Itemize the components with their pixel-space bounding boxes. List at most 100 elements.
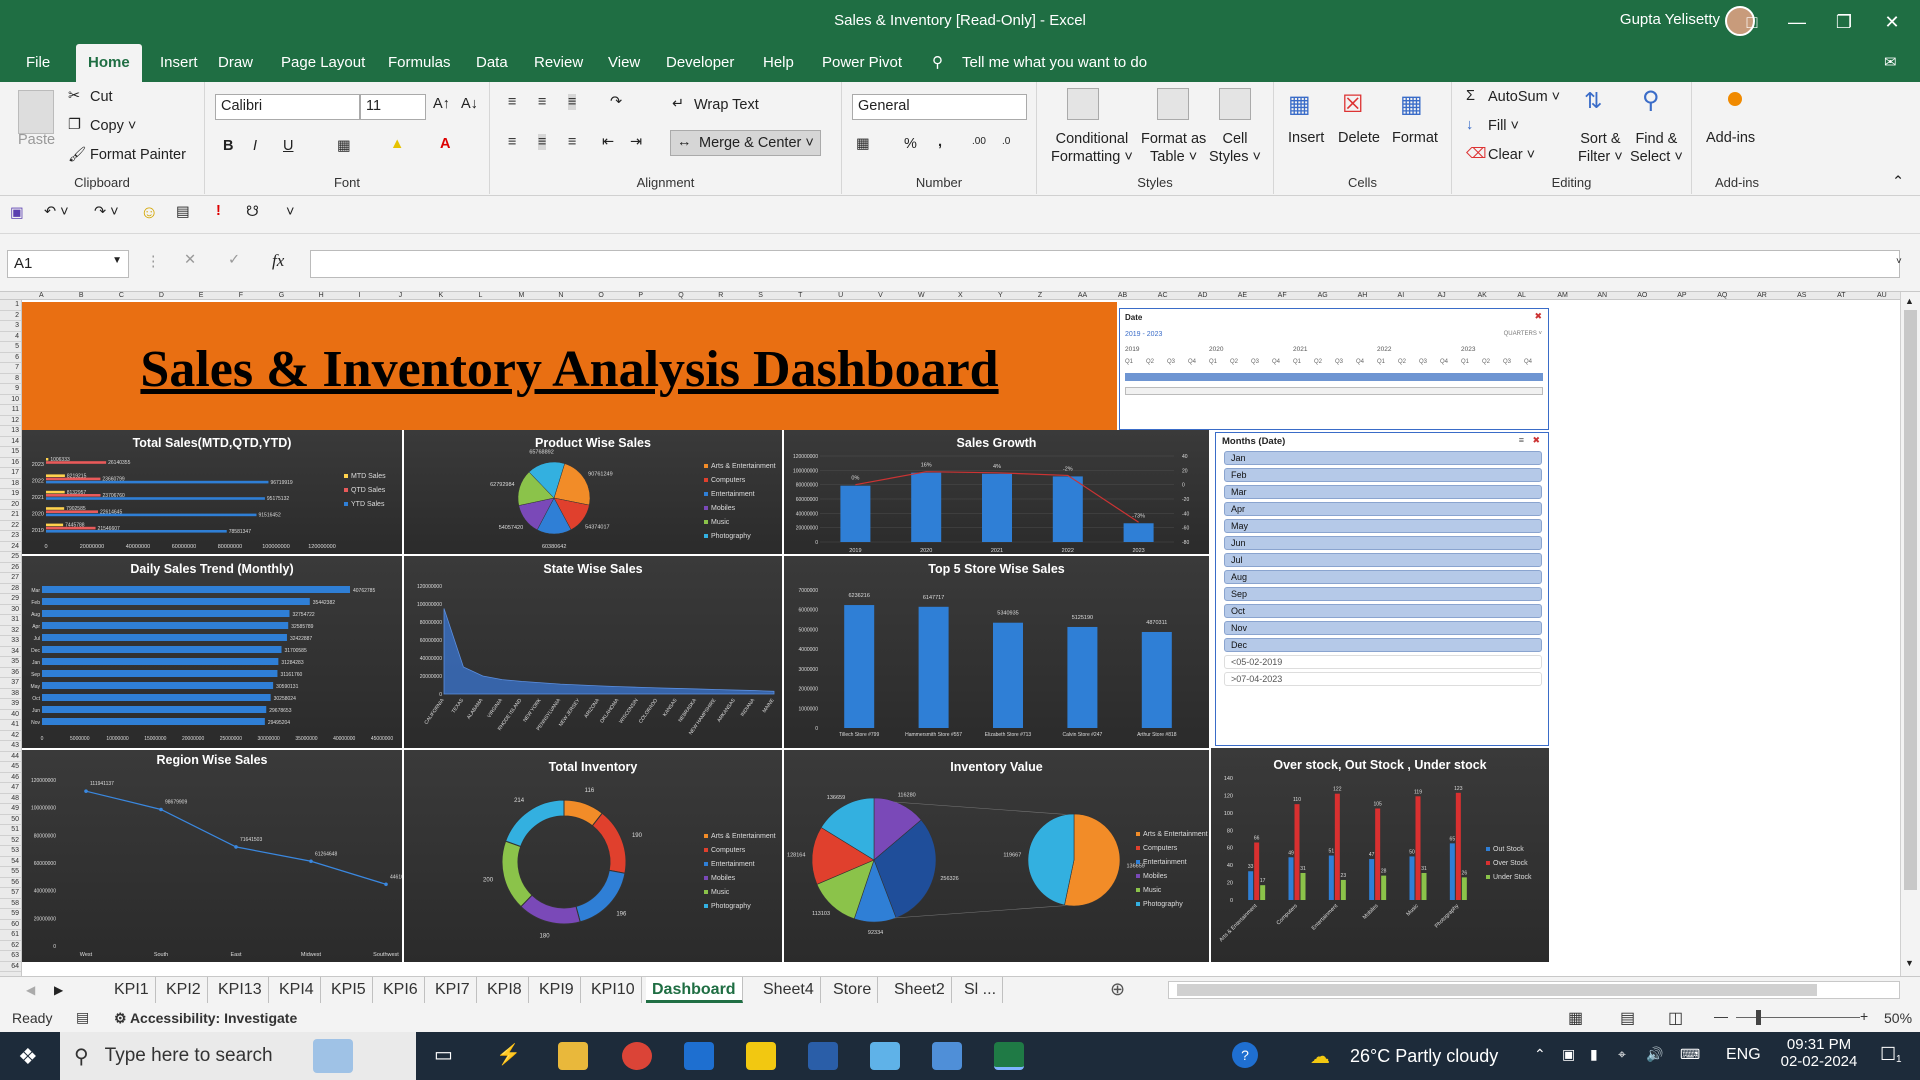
column-header[interactable]: AE (1238, 292, 1247, 299)
cut-button[interactable]: ✂ Cut (68, 88, 113, 106)
column-header[interactable]: AU (1877, 292, 1887, 299)
row-header[interactable]: 30 (0, 605, 21, 615)
column-header[interactable]: W (918, 292, 925, 299)
sheet-tab[interactable]: KPI6 (377, 977, 425, 1003)
fill-button[interactable]: ↓ Fill ˅ (1466, 117, 1519, 135)
month-item[interactable]: Sep (1224, 587, 1542, 601)
keyboard-icon[interactable]: ⌨ (1680, 1046, 1700, 1063)
form-icon[interactable]: ▤ (176, 204, 190, 220)
row-header[interactable]: 6 (0, 353, 21, 363)
vertical-scrollbar[interactable]: ▲ ▼ (1900, 292, 1920, 976)
volume-icon[interactable]: 🔊 (1646, 1046, 1663, 1063)
column-header[interactable]: AH (1358, 292, 1368, 299)
row-header[interactable]: 1 (0, 300, 21, 311)
column-header[interactable]: AB (1118, 292, 1127, 299)
column-header[interactable]: AP (1677, 292, 1686, 299)
month-item[interactable]: Jul (1224, 553, 1542, 567)
date-timeline-slicer[interactable]: Date ✖ 2019 - 2023 QUARTERS ˅ 2019 2020 20… (1119, 308, 1549, 430)
language-indicator[interactable]: ENG (1726, 1046, 1761, 1064)
tab-help[interactable]: Help (759, 44, 798, 82)
row-header[interactable]: 3 (0, 321, 21, 332)
tray-device-icon[interactable]: ▣ (1562, 1046, 1575, 1063)
row-header[interactable]: 19 (0, 489, 21, 500)
column-header[interactable]: AF (1278, 292, 1287, 299)
row-header[interactable]: 25 (0, 552, 21, 563)
format-as-table-icon[interactable] (1157, 88, 1189, 120)
row-header[interactable]: 59 (0, 909, 21, 920)
column-header[interactable]: AG (1318, 292, 1328, 299)
conditional-formatting-button[interactable]: Conditional Formatting ˅ (1051, 130, 1133, 166)
font-size-box[interactable]: 11 (360, 94, 426, 120)
row-header[interactable]: 42 (0, 731, 21, 741)
delete-cells-button[interactable]: Delete (1338, 130, 1380, 146)
app-icon-bolt[interactable]: ⚡ (496, 1042, 526, 1070)
file-explorer-icon[interactable] (558, 1042, 588, 1070)
grow-font-icon[interactable]: A↑ (433, 96, 450, 112)
column-header[interactable]: D (159, 292, 164, 299)
sheet-tab[interactable]: KPI2 (160, 977, 208, 1003)
zoom-level[interactable]: 50% (1884, 1010, 1912, 1026)
column-header[interactable]: AD (1198, 292, 1208, 299)
expand-formula-icon[interactable]: ˅ (1896, 256, 1902, 267)
month-item[interactable]: Oct (1224, 604, 1542, 618)
timeline-scrollbar[interactable] (1125, 387, 1543, 395)
row-header[interactable]: 12 (0, 416, 21, 426)
row-header[interactable]: 63 (0, 951, 21, 962)
row-header[interactable]: 38 (0, 689, 21, 699)
timeline-quarter[interactable]: Q4 (1524, 359, 1532, 365)
column-header[interactable]: AA (1078, 292, 1087, 299)
column-header[interactable]: AN (1597, 292, 1607, 299)
insert-cells-button[interactable]: Insert (1288, 130, 1324, 146)
timeline-quarter[interactable]: Q3 (1335, 359, 1343, 365)
italic-button[interactable]: I (253, 138, 257, 154)
row-header[interactable]: 4 (0, 332, 21, 342)
sheet-tab[interactable]: Dashboard (646, 977, 743, 1003)
tab-formulas[interactable]: Formulas (384, 44, 455, 82)
sort-filter-button[interactable]: Sort & Filter ˅ (1578, 130, 1623, 166)
autosum-button[interactable]: Σ AutoSum ˅ (1466, 88, 1560, 106)
orientation-icon[interactable]: ↷ (610, 94, 622, 110)
column-header[interactable]: N (558, 292, 563, 299)
column-header[interactable]: X (958, 292, 963, 299)
format-as-table-button[interactable]: Format as Table ˅ (1141, 130, 1206, 166)
row-header[interactable]: 58 (0, 899, 21, 909)
sheet-tab[interactable]: KPI8 (481, 977, 529, 1003)
timeline-quarter[interactable]: Q4 (1440, 359, 1448, 365)
name-box[interactable]: A1 ▼ (7, 250, 129, 278)
scroll-up-icon[interactable]: ▲ (1905, 296, 1914, 306)
tell-me-search[interactable]: Tell me what you want to do (958, 44, 1151, 82)
sheet-tab[interactable]: KPI10 (585, 977, 642, 1003)
row-header[interactable]: 26 (0, 563, 21, 573)
align-right-icon[interactable]: ≡ (568, 134, 576, 150)
row-header[interactable]: 17 (0, 468, 21, 479)
merge-center-button[interactable]: ↔ Merge & Center ˅ (670, 130, 821, 156)
notification-icon[interactable]: ☐ (1880, 1044, 1896, 1065)
row-header[interactable]: 55 (0, 867, 21, 878)
format-cells-button[interactable]: Format (1392, 130, 1438, 146)
row-header[interactable]: 50 (0, 815, 21, 825)
align-top-icon[interactable]: ≡ (508, 94, 516, 110)
column-header[interactable]: AL (1517, 292, 1526, 299)
timeline-quarter[interactable]: Q1 (1293, 359, 1301, 365)
row-header[interactable]: 20 (0, 500, 21, 510)
undo-icon[interactable]: ↶ ˅ (44, 204, 69, 220)
sheet-tab[interactable]: KPI4 (273, 977, 321, 1003)
sheet-tab[interactable]: KPI1 (108, 977, 156, 1003)
column-header[interactable]: AM (1557, 292, 1568, 299)
prev-sheet-icon[interactable]: ◀ (26, 983, 35, 997)
timeline-quarter[interactable]: Q3 (1167, 359, 1175, 365)
row-header[interactable]: 33 (0, 636, 21, 647)
row-header[interactable]: 13 (0, 426, 21, 437)
cell-styles-icon[interactable] (1219, 88, 1251, 120)
taskbar-search-box[interactable]: ⚲ Type here to search (60, 1032, 416, 1080)
row-header[interactable]: 56 (0, 878, 21, 888)
increase-decimal-icon[interactable]: .00 (972, 136, 986, 147)
alert-icon[interactable]: ! (216, 203, 221, 219)
weather-text[interactable]: 26°C Partly cloudy (1350, 1046, 1498, 1067)
timeline-quarter[interactable]: Q1 (1461, 359, 1469, 365)
addins-button[interactable]: Add-ins (1706, 130, 1755, 146)
column-header[interactable]: C (119, 292, 124, 299)
tab-draw[interactable]: Draw (214, 44, 257, 82)
sheet-tab[interactable]: KPI7 (429, 977, 477, 1003)
column-header[interactable]: O (598, 292, 603, 299)
